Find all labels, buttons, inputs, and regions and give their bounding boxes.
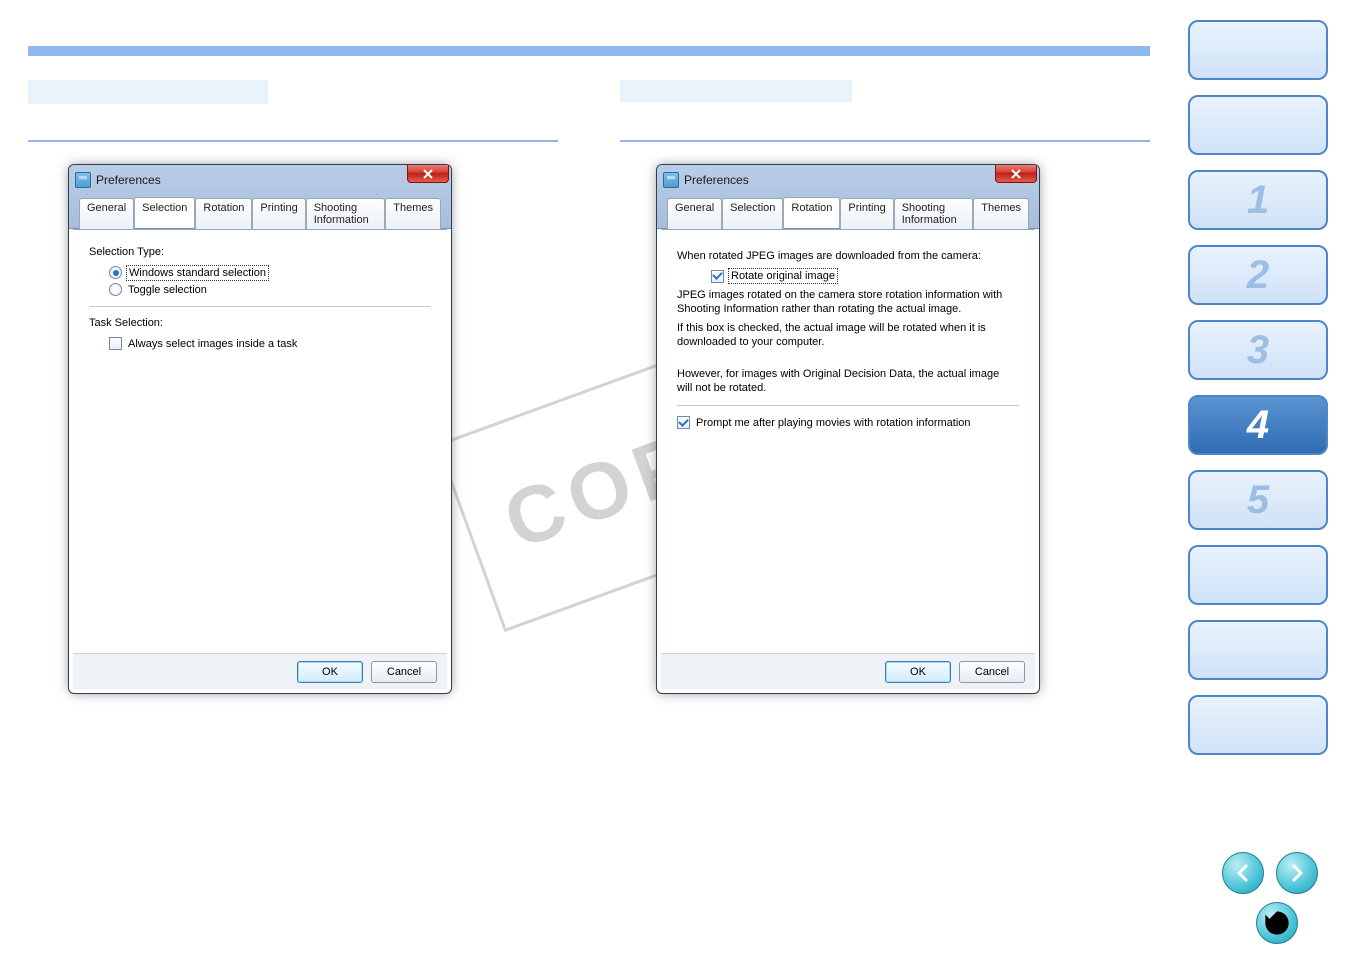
preferences-dialog-selection: Preferences General Selection Rotation P… <box>68 164 452 694</box>
chapter-nav: 1 2 3 4 5 <box>1188 20 1328 755</box>
separator <box>89 306 431 307</box>
dialog-button-bar: OK Cancel <box>73 653 447 689</box>
return-button[interactable] <box>1256 902 1298 944</box>
nav-blank-bot-1[interactable] <box>1188 545 1328 605</box>
rotation-heading: When rotated JPEG images are downloaded … <box>677 250 1017 264</box>
radio-icon <box>109 266 122 279</box>
nav-chapter-2[interactable]: 2 <box>1188 245 1328 305</box>
section-placeholder-right <box>620 80 852 102</box>
selection-type-label: Selection Type: <box>89 246 431 258</box>
rotation-paragraph-1: JPEG images rotated on the camera store … <box>677 289 1017 317</box>
tab-themes[interactable]: Themes <box>973 198 1029 229</box>
nav-chapter-3[interactable]: 3 <box>1188 320 1328 380</box>
nav-blank-bot-3[interactable] <box>1188 695 1328 755</box>
tab-printing[interactable]: Printing <box>252 198 305 229</box>
nav-chapter-4[interactable]: 4 <box>1188 395 1328 455</box>
ok-button[interactable]: OK <box>297 661 363 683</box>
tab-rotation[interactable]: Rotation <box>195 198 252 229</box>
titlebar[interactable]: Preferences <box>73 169 447 191</box>
titlebar[interactable]: Preferences <box>661 169 1035 191</box>
return-icon <box>1257 903 1297 943</box>
checkbox-label: Rotate original image <box>730 270 836 282</box>
nav-chapter-5[interactable]: 5 <box>1188 470 1328 530</box>
chevron-right-icon <box>1287 863 1307 883</box>
close-icon <box>1011 169 1021 179</box>
tab-rotation[interactable]: Rotation <box>783 197 840 228</box>
app-icon <box>663 172 679 188</box>
rotation-paragraph-2: If this box is checked, the actual image… <box>677 322 1017 350</box>
next-page-button[interactable] <box>1276 852 1318 894</box>
rule-right <box>620 140 1150 142</box>
rule-left <box>28 140 558 142</box>
window-title: Preferences <box>684 173 749 187</box>
checkbox-prompt-movies[interactable]: Prompt me after playing movies with rota… <box>677 416 1019 429</box>
tab-strip: General Selection Rotation Printing Shoo… <box>73 191 447 228</box>
chevron-left-icon <box>1233 863 1253 883</box>
checkbox-rotate-original[interactable]: Rotate original image <box>711 270 1019 283</box>
radio-windows-standard[interactable]: Windows standard selection <box>109 266 431 279</box>
window-title: Preferences <box>96 173 161 187</box>
tab-selection[interactable]: Selection <box>134 197 195 228</box>
page-accent-bar <box>28 46 1150 56</box>
radio-label: Windows standard selection <box>128 267 267 279</box>
checkbox-icon <box>711 270 724 283</box>
tab-printing[interactable]: Printing <box>840 198 893 229</box>
checkbox-icon <box>677 416 690 429</box>
section-placeholder-left <box>28 80 268 104</box>
checkbox-label: Always select images inside a task <box>128 338 297 350</box>
tab-panel-selection: Selection Type: Windows standard selecti… <box>73 229 447 661</box>
tab-general[interactable]: General <box>667 198 722 229</box>
checkbox-always-select[interactable]: Always select images inside a task <box>109 337 431 350</box>
close-button[interactable] <box>995 165 1037 183</box>
window-chrome: Preferences General Selection Rotation P… <box>657 165 1039 229</box>
tab-general[interactable]: General <box>79 198 134 229</box>
close-icon <box>423 169 433 179</box>
tab-shooting[interactable]: Shooting Information <box>894 198 974 229</box>
nav-blank-bot-2[interactable] <box>1188 620 1328 680</box>
preferences-dialog-rotation: Preferences General Selection Rotation P… <box>656 164 1040 694</box>
ok-button[interactable]: OK <box>885 661 951 683</box>
close-button[interactable] <box>407 165 449 183</box>
tab-shooting[interactable]: Shooting Information <box>306 198 386 229</box>
dialog-button-bar: OK Cancel <box>661 653 1035 689</box>
nav-blank-top-2[interactable] <box>1188 95 1328 155</box>
radio-icon <box>109 283 122 296</box>
cancel-button[interactable]: Cancel <box>959 661 1025 683</box>
cancel-button[interactable]: Cancel <box>371 661 437 683</box>
radio-label: Toggle selection <box>128 284 207 296</box>
separator <box>677 405 1019 406</box>
tab-panel-rotation: When rotated JPEG images are downloaded … <box>661 229 1035 661</box>
rotation-paragraph-3: However, for images with Original Decisi… <box>677 368 1017 396</box>
tab-themes[interactable]: Themes <box>385 198 441 229</box>
nav-chapter-1[interactable]: 1 <box>1188 170 1328 230</box>
prev-page-button[interactable] <box>1222 852 1264 894</box>
page-arrows <box>1222 852 1318 894</box>
task-selection-label: Task Selection: <box>89 317 431 329</box>
window-chrome: Preferences General Selection Rotation P… <box>69 165 451 229</box>
nav-blank-top-1[interactable] <box>1188 20 1328 80</box>
radio-toggle-selection[interactable]: Toggle selection <box>109 283 431 296</box>
checkbox-icon <box>109 337 122 350</box>
app-icon <box>75 172 91 188</box>
tab-selection[interactable]: Selection <box>722 198 783 229</box>
checkbox-label: Prompt me after playing movies with rota… <box>696 417 971 429</box>
tab-strip: General Selection Rotation Printing Shoo… <box>661 191 1035 228</box>
